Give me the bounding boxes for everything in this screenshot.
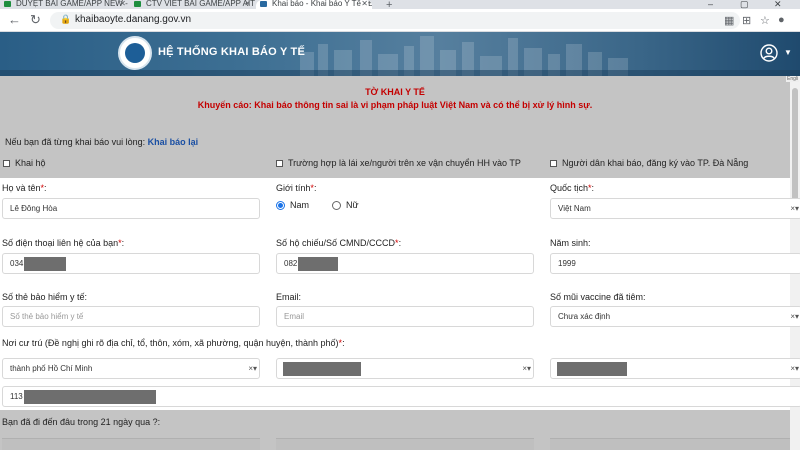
address-url: khaibaoyte.danang.gov.vn bbox=[75, 14, 192, 25]
gender-label: Giới tính*: bbox=[276, 183, 317, 193]
province-value: thành phố Hồ Chí Minh bbox=[10, 364, 93, 373]
fullname-value: Lê Đông Hòa bbox=[10, 204, 58, 213]
clear-caret-icon[interactable]: ×▾ bbox=[522, 359, 531, 378]
tab-1-label: DUYỆT BÀI GAME/APP NEW - G bbox=[16, 0, 130, 8]
gender-radio-group: Nam Nữ bbox=[276, 200, 359, 210]
back-arrow-icon[interactable]: ← bbox=[8, 13, 21, 27]
clear-caret-icon[interactable]: ×▾ bbox=[790, 307, 799, 326]
email-label: Email: bbox=[276, 292, 302, 302]
checkbox-declare-for-others[interactable]: Khai hộ bbox=[3, 158, 46, 168]
legal-warning: Khuyến cáo: Khai báo thông tin sai là vi… bbox=[197, 100, 593, 110]
birth-year-value: 1999 bbox=[558, 259, 576, 268]
tab-close-icon[interactable]: ✕ bbox=[361, 0, 368, 8]
browser-tab-3[interactable]: Khai báo - Khai báo Y Tế - Điều ✕ bbox=[256, 0, 372, 9]
tab-close-icon[interactable]: ✕ bbox=[244, 0, 251, 8]
birth-year-input[interactable]: 1999 bbox=[550, 253, 800, 274]
fullname-input[interactable]: Lê Đông Hòa bbox=[2, 198, 260, 219]
ward-select[interactable]: ×▾ bbox=[550, 358, 800, 379]
checkbox-driver-case[interactable]: Trường hợp là lái xe/người trên xe vận c… bbox=[276, 158, 521, 168]
qr-code-icon[interactable]: ▦ bbox=[724, 14, 734, 27]
minimize-icon[interactable]: – bbox=[708, 0, 713, 9]
checkbox-label: Người dân khai báo, đăng ký vào TP. Đà N… bbox=[562, 158, 749, 168]
insurance-label: Số thẻ bảo hiểm y tế: bbox=[2, 292, 88, 302]
redacted-block bbox=[24, 256, 67, 271]
chevron-down-icon[interactable]: ▼ bbox=[784, 48, 792, 57]
close-window-icon[interactable]: ✕ bbox=[774, 0, 782, 9]
email-input[interactable]: Email bbox=[276, 306, 534, 327]
vaccine-label: Số mũi vaccine đã tiêm: bbox=[550, 292, 646, 302]
clear-caret-icon[interactable]: ×▾ bbox=[248, 359, 257, 378]
id-number-label: Số hộ chiếu/Số CMND/CCCD*: bbox=[276, 238, 402, 248]
language-toggle[interactable]: Engli bbox=[786, 76, 800, 82]
district-select[interactable]: ×▾ bbox=[276, 358, 534, 379]
id-number-value: 082 bbox=[284, 259, 298, 268]
new-tab-icon[interactable]: + bbox=[386, 0, 392, 9]
clear-caret-icon[interactable]: ×▾ bbox=[790, 199, 799, 218]
sheets-favicon-icon bbox=[4, 1, 11, 7]
travel-field-placeholder bbox=[2, 438, 260, 450]
site-logo[interactable] bbox=[118, 36, 152, 70]
checkbox-box[interactable] bbox=[276, 159, 283, 167]
redeclare-notice-text: Nếu bạn đã từng khai báo vui lòng: bbox=[5, 137, 148, 147]
redacted-block bbox=[23, 389, 156, 404]
browser-tab-1[interactable]: DUYỆT BÀI GAME/APP NEW - G ✕ bbox=[0, 0, 130, 9]
travel-field-placeholder bbox=[550, 438, 790, 450]
insurance-input[interactable]: Số thẻ bảo hiểm y tế bbox=[2, 306, 260, 327]
sheets-favicon-icon bbox=[134, 1, 141, 7]
province-select[interactable]: thành phố Hồ Chí Minh ×▾ bbox=[2, 358, 260, 379]
checkbox-box[interactable] bbox=[3, 159, 10, 167]
phone-input[interactable]: 034 bbox=[2, 253, 260, 274]
address-value: 113 bbox=[10, 392, 23, 401]
gender-male-radio[interactable] bbox=[276, 200, 285, 210]
site-title: HỆ THỐNG KHAI BÁO Y TẾ bbox=[158, 46, 306, 58]
birth-year-label: Năm sinh: bbox=[550, 238, 591, 248]
gender-female-label: Nữ bbox=[346, 200, 359, 210]
reload-icon[interactable]: ↻ bbox=[30, 13, 41, 27]
profile-icon[interactable]: ● bbox=[778, 14, 785, 26]
vaccine-select[interactable]: Chưa xác định ×▾ bbox=[550, 306, 800, 327]
browser-tab-2[interactable]: CTV VIẾT BÀI GAME/APP AIT - G ✕ bbox=[130, 0, 255, 9]
phone-label: Số điện thoại liên hệ của bạn*: bbox=[2, 238, 125, 248]
phone-value: 034 bbox=[10, 259, 24, 268]
travel-field-placeholder bbox=[276, 438, 534, 450]
user-account-icon[interactable] bbox=[760, 44, 778, 62]
clear-caret-icon[interactable]: ×▾ bbox=[790, 359, 799, 378]
nationality-label: Quốc tịch*: bbox=[550, 183, 595, 193]
checkbox-label: Trường hợp là lái xe/người trên xe vận c… bbox=[288, 158, 521, 168]
browser-tab-strip: DUYỆT BÀI GAME/APP NEW - G ✕ CTV VIẾT BÀ… bbox=[0, 0, 800, 9]
tab-close-icon[interactable]: ✕ bbox=[119, 0, 126, 8]
checkbox-box[interactable] bbox=[550, 159, 557, 167]
nationality-value: Việt Nam bbox=[558, 204, 591, 213]
lock-icon: 🔒 bbox=[60, 14, 72, 24]
redacted-block bbox=[283, 361, 361, 376]
tab-3-label: Khai báo - Khai báo Y Tế - Điều bbox=[272, 0, 372, 8]
email-placeholder: Email bbox=[284, 312, 305, 321]
maximize-icon[interactable]: ▢ bbox=[740, 0, 749, 9]
redeclare-link[interactable]: Khai báo lại bbox=[148, 137, 199, 147]
browser-toolbar: ← ↻ 🔒 khaibaoyte.danang.gov.vn ▦ ⊞ ☆ ● bbox=[0, 9, 800, 32]
address-bar[interactable]: 🔒 khaibaoyte.danang.gov.vn bbox=[50, 12, 740, 29]
fullname-label: Họ và tên*: bbox=[2, 183, 47, 193]
gender-male-label: Nam bbox=[290, 200, 310, 210]
redeclare-notice: Nếu bạn đã từng khai báo vui lòng: Khai … bbox=[5, 137, 198, 147]
address-input[interactable]: 113 bbox=[2, 386, 800, 407]
insurance-placeholder: Số thẻ bảo hiểm y tế bbox=[10, 312, 84, 321]
translate-icon[interactable]: ⊞ bbox=[742, 14, 751, 27]
residence-label: Nơi cư trú (Đề nghị ghi rõ địa chỉ, tổ, … bbox=[2, 338, 345, 348]
bookmark-star-icon[interactable]: ☆ bbox=[760, 14, 770, 27]
vaccine-value: Chưa xác định bbox=[558, 312, 611, 321]
id-number-input[interactable]: 082 bbox=[276, 253, 534, 274]
site-favicon-icon bbox=[260, 1, 267, 7]
nationality-select[interactable]: Việt Nam ×▾ bbox=[550, 198, 800, 219]
form-heading: TỜ KHAI Y TẾ bbox=[365, 87, 425, 97]
checkbox-label: Khai hộ bbox=[15, 158, 46, 168]
tab-2-label: CTV VIẾT BÀI GAME/APP AIT - G bbox=[146, 0, 255, 8]
redacted-block bbox=[298, 256, 339, 271]
gender-female-radio[interactable] bbox=[332, 200, 342, 210]
checkbox-resident-register[interactable]: Người dân khai báo, đăng ký vào TP. Đà N… bbox=[550, 158, 748, 168]
travel-history-question: Bạn đã đi đến đâu trong 21 ngày qua ?: bbox=[2, 417, 161, 427]
redacted-block bbox=[557, 361, 627, 376]
